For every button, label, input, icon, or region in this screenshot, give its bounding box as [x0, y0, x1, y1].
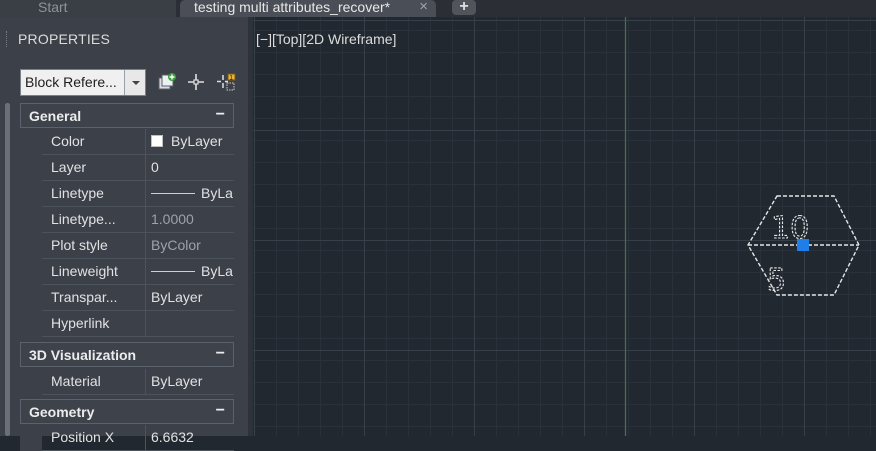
- row-gutter: [20, 425, 42, 451]
- model-space[interactable]: 10 5: [253, 17, 876, 436]
- property-name: Layer: [42, 155, 146, 181]
- properties-palette: PROPERTIES Block Refere... 1 General − C…: [0, 17, 248, 451]
- property-name: Linetype: [42, 181, 146, 207]
- row-gutter: [20, 233, 42, 259]
- property-value[interactable]: ByLayer: [146, 129, 234, 155]
- property-row-plot-style[interactable]: Plot style ByColor: [20, 233, 234, 259]
- property-value[interactable]: ByLa...: [146, 259, 234, 285]
- collapse-icon[interactable]: −: [216, 345, 225, 363]
- palette-grip[interactable]: [6, 31, 10, 47]
- property-value[interactable]: ByLayer: [146, 369, 234, 395]
- property-row-transparency[interactable]: Transpar... ByLayer: [20, 285, 234, 311]
- property-row-layer[interactable]: Layer 0: [20, 155, 234, 181]
- row-gutter: [20, 155, 42, 181]
- lineweight-sample-icon: [151, 271, 195, 272]
- close-icon[interactable]: ×: [419, 0, 428, 14]
- section-general[interactable]: General −: [20, 103, 234, 128]
- chevron-down-icon[interactable]: [124, 70, 145, 95]
- property-row-position-x[interactable]: Position X 6.6632: [20, 425, 234, 451]
- document-tab-bar: Start testing multi attributes_recover* …: [0, 0, 876, 17]
- row-gutter: [20, 181, 42, 207]
- property-name: Lineweight: [42, 259, 146, 285]
- svg-text:1: 1: [229, 74, 233, 81]
- property-row-linetype-scale[interactable]: Linetype... 1.0000: [20, 207, 234, 233]
- section-geometry[interactable]: Geometry −: [20, 399, 234, 424]
- section-geometry-label: Geometry: [29, 404, 95, 420]
- palette-scrollbar-thumb[interactable]: [5, 103, 10, 436]
- row-gutter: [20, 369, 42, 395]
- toggle-pickadd-icon[interactable]: 1: [216, 72, 236, 92]
- tab-start[interactable]: Start: [0, 0, 176, 17]
- property-row-material[interactable]: Material ByLayer: [20, 369, 234, 395]
- collapse-icon[interactable]: −: [216, 106, 225, 124]
- property-row-color[interactable]: Color ByLayer: [20, 129, 234, 155]
- property-value[interactable]: [146, 311, 234, 337]
- quick-select-icon[interactable]: [157, 72, 177, 92]
- property-value[interactable]: ByLayer: [146, 285, 234, 311]
- palette-scrollbar[interactable]: [5, 103, 10, 436]
- new-tab-button[interactable]: +: [452, 0, 476, 15]
- attribute-bottom[interactable]: 5: [766, 262, 786, 298]
- property-row-hyperlink[interactable]: Hyperlink: [20, 311, 234, 337]
- property-value-text: ByLayer: [171, 133, 223, 149]
- tab-start-label: Start: [38, 0, 68, 15]
- property-row-lineweight[interactable]: Lineweight ByLa...: [20, 259, 234, 285]
- property-value[interactable]: 6.6632: [146, 425, 234, 451]
- tab-drawing-label: testing multi attributes_recover*: [194, 0, 391, 15]
- property-name: Plot style: [42, 233, 146, 259]
- object-type-value: Block Refere...: [25, 74, 117, 90]
- row-gutter: [20, 285, 42, 311]
- property-value[interactable]: 0: [146, 155, 234, 181]
- property-row-linetype[interactable]: Linetype ByLa...: [20, 181, 234, 207]
- property-name: Color: [42, 129, 146, 155]
- property-value-text: ByLa...: [201, 185, 234, 201]
- insertion-grip[interactable]: [797, 239, 809, 251]
- row-gutter: [20, 259, 42, 285]
- collapse-icon[interactable]: −: [216, 402, 225, 420]
- property-name: Material: [42, 369, 146, 395]
- property-value[interactable]: 1.0000: [146, 207, 234, 233]
- property-name: Linetype...: [42, 207, 146, 233]
- property-value[interactable]: ByColor: [146, 233, 234, 259]
- property-name: Position X: [42, 425, 146, 451]
- palette-title: PROPERTIES: [18, 31, 110, 47]
- color-swatch-icon: [151, 135, 163, 147]
- section-3d-visualization[interactable]: 3D Visualization −: [20, 342, 234, 367]
- drawing-canvas[interactable]: 10 5: [253, 17, 876, 436]
- tab-drawing[interactable]: testing multi attributes_recover* ×: [180, 0, 436, 17]
- property-value-text: ByLa...: [201, 263, 234, 279]
- viewport-controls[interactable]: [−][Top][2D Wireframe]: [256, 31, 396, 47]
- section-general-label: General: [29, 108, 82, 124]
- section-3d-visualization-label: 3D Visualization: [29, 347, 137, 363]
- property-value[interactable]: ByLa...: [146, 181, 234, 207]
- object-type-select[interactable]: Block Refere...: [20, 69, 146, 96]
- row-gutter: [20, 129, 42, 155]
- property-name: Hyperlink: [42, 311, 146, 337]
- row-gutter: [20, 207, 42, 233]
- linetype-sample-icon: [151, 193, 195, 194]
- row-gutter: [20, 311, 42, 337]
- property-name: Transpar...: [42, 285, 146, 311]
- block-reference[interactable]: 10 5: [747, 195, 860, 299]
- select-objects-icon[interactable]: [186, 72, 206, 92]
